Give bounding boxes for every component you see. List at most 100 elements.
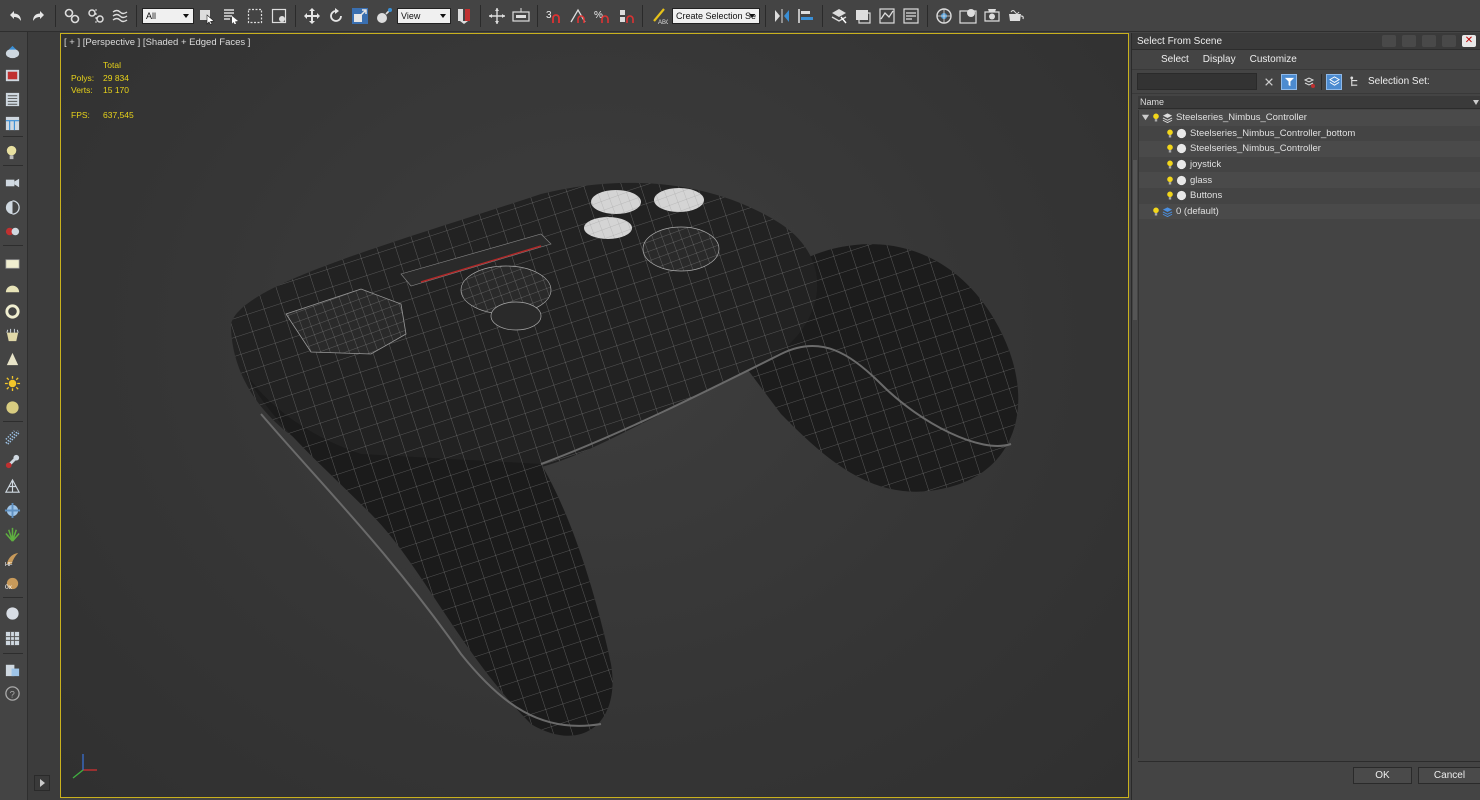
menu-select[interactable]: Select: [1161, 54, 1189, 65]
geosphere-icon[interactable]: [2, 397, 22, 417]
tree-row[interactable]: Steelseries_Nimbus_Controller_bottom: [1139, 126, 1480, 142]
foliage-icon[interactable]: [2, 524, 22, 544]
camera-icon[interactable]: [2, 172, 22, 192]
menu-customize[interactable]: Customize: [1250, 54, 1297, 65]
spacewarp-icon[interactable]: [2, 221, 22, 241]
lightbulb-icon[interactable]: [1151, 112, 1161, 124]
layers-icon[interactable]: [1326, 73, 1342, 90]
curve-editor-icon[interactable]: [900, 5, 922, 27]
lightbulb-icon[interactable]: [1165, 127, 1175, 139]
sphere-icon[interactable]: [2, 277, 22, 297]
mirror-icon[interactable]: [771, 5, 793, 27]
cancel-button[interactable]: Cancel: [1418, 767, 1480, 784]
helpers-icon[interactable]: [2, 197, 22, 217]
menu-display[interactable]: Display: [1203, 54, 1236, 65]
xref-icon[interactable]: 0x: [2, 573, 22, 593]
schematic-view-icon[interactable]: [933, 5, 955, 27]
motion-icon[interactable]: [2, 113, 22, 133]
rect-selection-icon[interactable]: [244, 5, 266, 27]
reference-coordinate-dropdown[interactable]: View: [397, 7, 451, 24]
tree-row[interactable]: glass: [1139, 172, 1480, 188]
create-icon[interactable]: [2, 42, 22, 62]
toggle-ribbon-icon[interactable]: [876, 5, 898, 27]
sun-icon[interactable]: [2, 373, 22, 393]
torus-icon[interactable]: [2, 301, 22, 321]
viewport-label[interactable]: [ + ] [Perspective ] [Shaded + Edged Fac…: [64, 37, 250, 48]
column-header-name[interactable]: Name: [1138, 96, 1480, 109]
scene-explorer-icon[interactable]: [828, 5, 850, 27]
tree-row[interactable]: joystick: [1139, 157, 1480, 173]
rotate-icon[interactable]: [325, 5, 347, 27]
named-selection-set-dropdown[interactable]: Create Selection Se: [672, 7, 760, 24]
window-crossing-icon[interactable]: [268, 5, 290, 27]
maximize-icon[interactable]: [1422, 35, 1436, 47]
align-icon[interactable]: [795, 5, 817, 27]
dynamics-icon[interactable]: [2, 500, 22, 520]
clear-search-icon[interactable]: [1261, 74, 1277, 90]
lightbulb-icon[interactable]: [1165, 174, 1175, 186]
patch-grid-icon[interactable]: [2, 476, 22, 496]
toolbar-divider: [537, 4, 538, 27]
edit-named-sets-icon[interactable]: ABC: [648, 5, 670, 27]
angle-snap-icon[interactable]: [567, 5, 589, 27]
cone-icon[interactable]: [2, 349, 22, 369]
render-icon[interactable]: [1005, 5, 1027, 27]
snap-3d-icon[interactable]: 3: [543, 5, 565, 27]
tube-icon[interactable]: [2, 325, 22, 345]
help-icon[interactable]: ?: [2, 683, 22, 703]
hierarchy-sort-icon[interactable]: [1301, 74, 1317, 90]
lightbulb-icon[interactable]: [1165, 159, 1175, 171]
hierarchy-icon[interactable]: [2, 89, 22, 109]
layer-explorer-icon[interactable]: [852, 5, 874, 27]
tree-row[interactable]: Steelseries_Nimbus_Controller: [1139, 141, 1480, 157]
grid-icon[interactable]: [2, 628, 22, 648]
command-panel-collapsed: [28, 32, 60, 800]
material-ball-icon[interactable]: [2, 603, 22, 623]
hair-icon[interactable]: HF: [2, 548, 22, 568]
tree-row[interactable]: 0 (default): [1139, 203, 1480, 220]
render-setup-icon[interactable]: [981, 5, 1003, 27]
link-icon[interactable]: [61, 5, 83, 27]
percent-snap-icon[interactable]: %: [591, 5, 613, 27]
tree-row[interactable]: Buttons: [1139, 188, 1480, 204]
lightbulb-icon[interactable]: [1165, 143, 1175, 155]
lightbulb-icon[interactable]: [1165, 190, 1175, 202]
select-by-name-icon[interactable]: [220, 5, 242, 27]
plane-icon[interactable]: [2, 253, 22, 273]
unlink-icon[interactable]: [85, 5, 107, 27]
explorer-scrollbar[interactable]: [1132, 110, 1137, 760]
minimize-icon[interactable]: [1402, 35, 1416, 47]
select-object-icon[interactable]: [196, 5, 218, 27]
redo-icon[interactable]: [28, 5, 50, 27]
place-icon[interactable]: [373, 5, 395, 27]
collapse-triangle-icon[interactable]: [1139, 112, 1151, 124]
keyboard-shortcut-icon[interactable]: [510, 5, 532, 27]
close-icon[interactable]: ✕: [1462, 35, 1476, 47]
filter-icon[interactable]: [1281, 73, 1297, 90]
object-sphere-icon: [1175, 190, 1187, 202]
undo-icon[interactable]: [4, 5, 26, 27]
hierarchy-tree-icon[interactable]: [1346, 74, 1362, 90]
particles-icon[interactable]: [2, 427, 22, 447]
bones-icon[interactable]: [2, 451, 22, 471]
utilities-icon[interactable]: [2, 659, 22, 679]
pin-icon[interactable]: [1382, 35, 1396, 47]
scrollbar-thumb[interactable]: [1133, 160, 1137, 320]
modify-icon[interactable]: [2, 65, 22, 85]
move-icon[interactable]: [301, 5, 323, 27]
expand-panel-button[interactable]: [34, 775, 50, 791]
tree-row[interactable]: Steelseries_Nimbus_Controller: [1139, 110, 1480, 126]
pivot-icon[interactable]: [453, 5, 475, 27]
light-icon[interactable]: [2, 142, 22, 162]
restore-icon[interactable]: [1442, 35, 1456, 47]
search-input[interactable]: [1137, 73, 1257, 90]
scale-icon[interactable]: [349, 5, 371, 27]
select-manipulate-icon[interactable]: [486, 5, 508, 27]
lightbulb-icon[interactable]: [1151, 205, 1161, 217]
material-editor-icon[interactable]: [957, 5, 979, 27]
perspective-viewport[interactable]: [ + ] [Perspective ] [Shaded + Edged Fac…: [60, 33, 1129, 798]
spinner-snap-icon[interactable]: [615, 5, 637, 27]
ok-button[interactable]: OK: [1353, 767, 1412, 784]
selection-filter-dropdown[interactable]: All: [142, 7, 194, 24]
bind-spacewarp-icon[interactable]: [109, 5, 131, 27]
